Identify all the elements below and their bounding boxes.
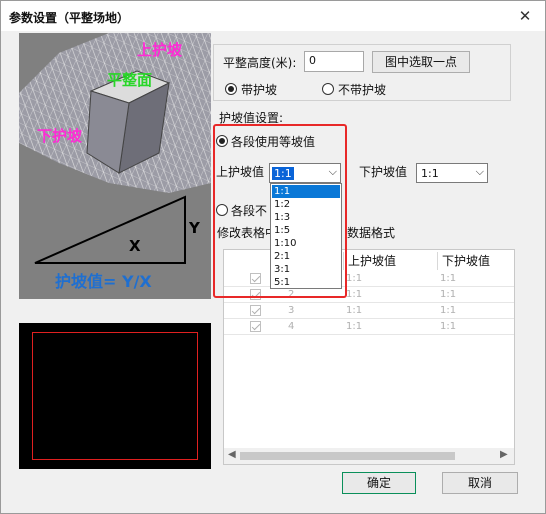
label-top-slope: 上护坡 — [137, 41, 183, 59]
with-slope-label[interactable]: 带护坡 — [241, 81, 277, 98]
cancel-button[interactable]: 取消 — [442, 472, 518, 494]
row-bottom-slope[interactable]: 1:1 — [440, 320, 456, 334]
label-flat-surface: 平整面 — [107, 71, 153, 89]
row-top-slope[interactable]: 1:1 — [346, 272, 362, 286]
row-top-slope[interactable]: 1:1 — [346, 320, 362, 334]
table-header-bottom-slope: 下护坡值 — [438, 252, 514, 270]
dropdown-option[interactable]: 1:1 — [272, 185, 340, 198]
dropdown-option[interactable]: 1:2 — [272, 198, 340, 211]
row-bottom-slope[interactable]: 1:1 — [440, 272, 456, 286]
slope-formula: 护坡值= Y/X — [55, 272, 152, 291]
dropdown-option[interactable]: 3:1 — [272, 263, 340, 276]
row-bottom-slope[interactable]: 1:1 — [440, 304, 456, 318]
bottom-slope-select[interactable]: 1:1 ⌵ — [416, 163, 488, 183]
edit-table-label-end: 数据格式 — [347, 226, 396, 240]
scrollbar-thumb[interactable] — [240, 452, 455, 460]
without-slope-radio[interactable] — [322, 83, 334, 95]
table-row[interactable]: 4 1:1 1:1 — [224, 319, 514, 335]
row-checkbox[interactable] — [250, 305, 261, 316]
row-bottom-slope[interactable]: 1:1 — [440, 288, 456, 302]
scroll-right-icon[interactable]: ▶ — [500, 449, 508, 460]
bottom-slope-selected-value: 1:1 — [421, 167, 439, 180]
dropdown-option[interactable]: 1:3 — [272, 211, 340, 224]
level-height-label: 平整高度(米): — [223, 56, 297, 70]
row-checkbox[interactable] — [250, 321, 261, 332]
label-y: Y — [189, 219, 200, 237]
without-slope-label[interactable]: 不带护坡 — [338, 81, 386, 98]
table-row[interactable]: 3 1:1 1:1 — [224, 303, 514, 319]
slope-illustration: 上护坡 平整面 下护坡 X Y 护坡值= Y/X — [19, 33, 211, 299]
preview-canvas — [19, 323, 211, 469]
level-height-input[interactable]: 0 — [304, 51, 364, 72]
close-icon[interactable]: ✕ — [515, 7, 535, 25]
title-bar: 参数设置（平整场地） ✕ — [1, 1, 545, 31]
with-slope-radio[interactable] — [225, 83, 237, 95]
ok-button[interactable]: 确定 — [342, 472, 416, 494]
dropdown-option[interactable]: 5:1 — [272, 276, 340, 289]
row-top-slope[interactable]: 1:1 — [346, 288, 362, 302]
row-index: 3 — [288, 305, 295, 316]
dialog-window: 参数设置（平整场地） ✕ 上护坡 平整面 下护坡 X Y 护坡值= Y/X 平整… — [0, 0, 546, 514]
label-x: X — [129, 237, 141, 255]
bottom-slope-label: 下护坡值 — [359, 165, 408, 179]
dropdown-option[interactable]: 1:5 — [272, 224, 340, 237]
horizontal-scrollbar[interactable]: ◀ ▶ — [224, 448, 514, 464]
window-title: 参数设置（平整场地） — [9, 11, 130, 25]
row-top-slope[interactable]: 1:1 — [346, 304, 362, 318]
table-header-top-slope: 上护坡值 — [344, 252, 438, 270]
chevron-down-icon: ⌵ — [475, 165, 484, 178]
dropdown-option[interactable]: 2:1 — [272, 250, 340, 263]
dropdown-option[interactable]: 1:10 — [272, 237, 340, 250]
pick-point-button[interactable]: 图中选取一点 — [372, 51, 470, 73]
scroll-left-icon[interactable]: ◀ — [228, 449, 236, 460]
row-index: 4 — [288, 321, 295, 332]
top-slope-dropdown-list[interactable]: 1:1 1:2 1:3 1:5 1:10 2:1 3:1 5:1 — [270, 183, 342, 289]
label-bottom-slope: 下护坡 — [37, 127, 83, 145]
preview-outline — [32, 332, 198, 460]
